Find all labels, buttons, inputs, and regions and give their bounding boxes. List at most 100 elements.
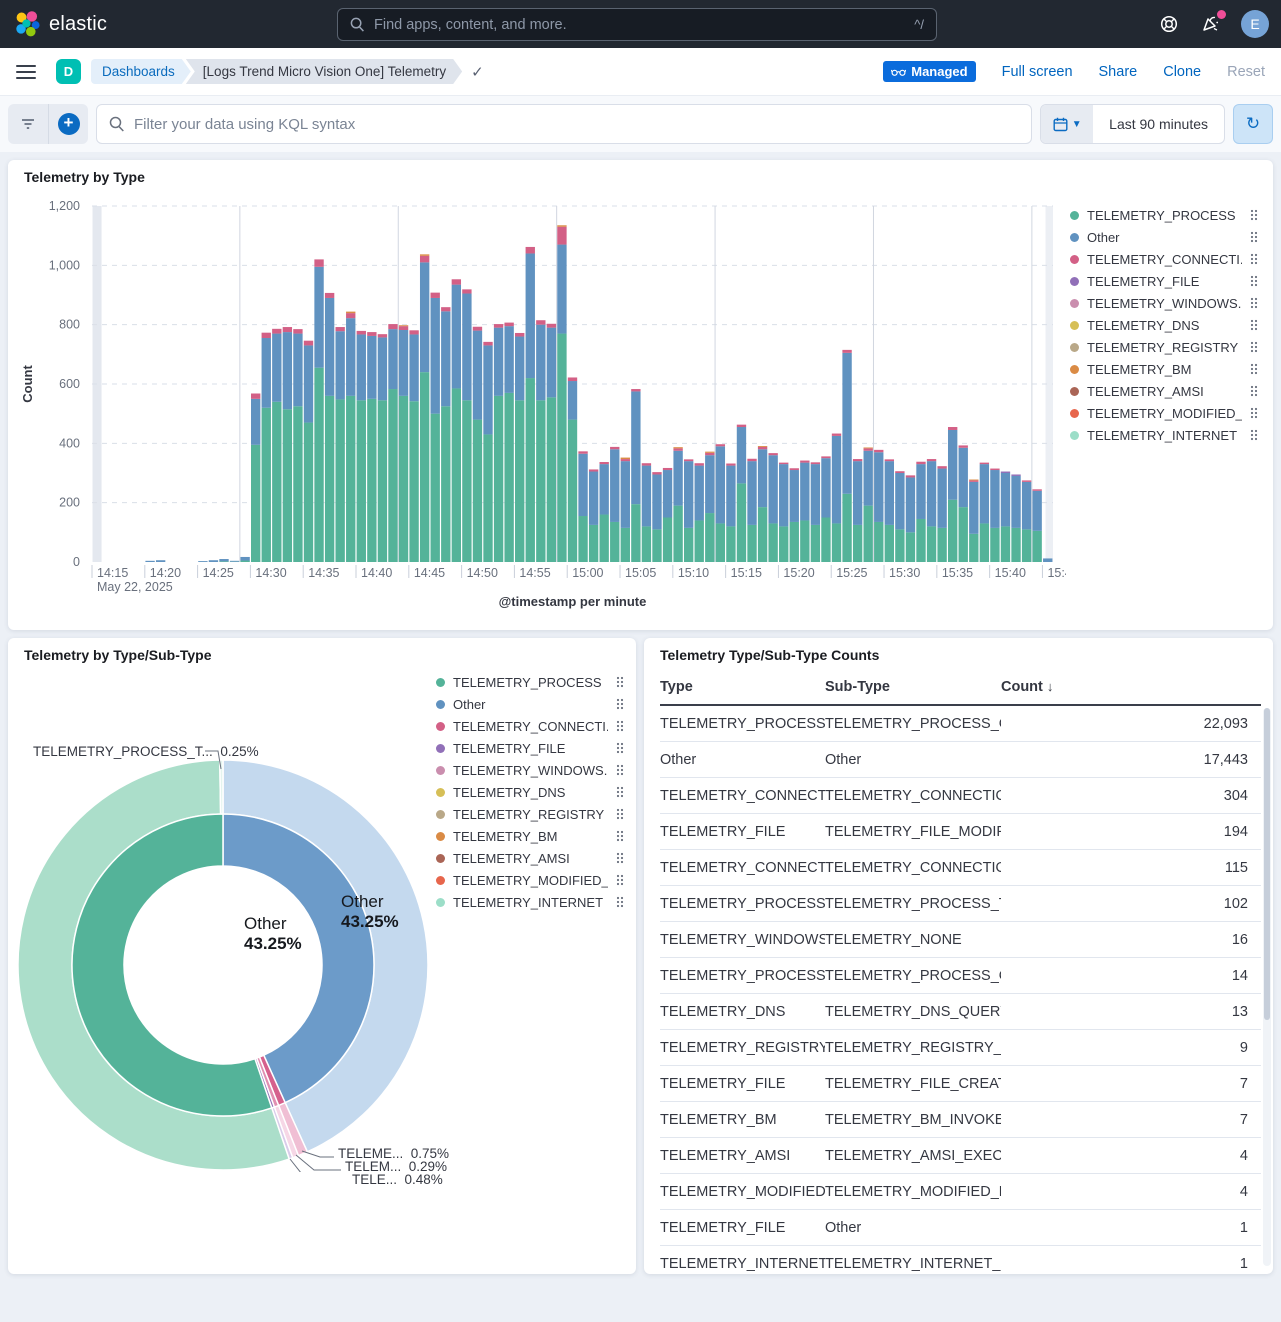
bar-segment[interactable] [219,561,228,562]
bar-segment[interactable] [335,399,344,562]
bar-segment[interactable] [145,561,154,562]
bar-segment[interactable] [705,513,714,562]
bar-segment[interactable] [695,466,704,521]
bar-segment[interactable] [864,448,873,450]
bar-segment[interactable] [821,518,830,563]
bar-segment[interactable] [652,529,661,562]
bar-segment[interactable] [726,464,735,466]
bar-segment[interactable] [631,504,640,562]
bar-segment[interactable] [483,345,492,434]
bar-segment[interactable] [811,525,820,562]
bar-segment[interactable] [1032,489,1041,490]
bar-segment[interactable] [378,337,387,400]
bar-segment[interactable] [758,446,767,447]
legend-actions-icon[interactable] [1250,209,1258,221]
bar-segment[interactable] [335,331,344,399]
bar-segment[interactable] [990,528,999,562]
bar-segment[interactable] [916,462,925,464]
bar-segment[interactable] [853,459,862,461]
bar-segment[interactable] [600,462,609,464]
column-header-type[interactable]: Type [660,679,825,695]
bar-segment[interactable] [621,461,630,528]
bar-segment[interactable] [768,453,777,455]
bar-segment[interactable] [504,323,513,327]
bar-segment[interactable] [980,464,989,523]
bar-segment[interactable] [346,313,355,318]
bar-segment[interactable] [557,227,566,245]
bar-segment[interactable] [800,461,809,463]
bar-segment[interactable] [600,464,609,514]
bar-segment[interactable] [409,330,418,334]
legend-actions-icon[interactable] [616,676,624,688]
bar-segment[interactable] [557,334,566,562]
bar-segment[interactable] [642,526,651,562]
legend-item[interactable]: TELEMETRY_REGISTRY [1070,336,1258,358]
bar-segment[interactable] [547,328,556,398]
add-filter-button[interactable]: + [48,104,88,144]
legend-item[interactable]: TELEMETRY_REGISTRY [436,803,624,825]
bar-segment[interactable] [568,420,577,562]
bar-segment[interactable] [589,525,598,562]
bar-segment[interactable] [821,456,830,458]
legend-item[interactable]: TELEMETRY_WINDOWS... [1070,292,1258,314]
bar-segment[interactable] [272,329,281,334]
bar-segment[interactable] [494,328,503,396]
bar-segment[interactable] [969,480,978,481]
legend-actions-icon[interactable] [616,852,624,864]
bar-segment[interactable] [209,560,218,562]
bar-segment[interactable] [610,447,619,449]
legend-item[interactable]: TELEMETRY_INTERNET [1070,424,1258,446]
bar-segment[interactable] [1022,480,1031,481]
bar-segment[interactable] [726,526,735,562]
legend-item[interactable]: TELEMETRY_CONNECTI... [436,715,624,737]
bar-segment[interactable] [557,225,566,226]
managed-badge[interactable]: Managed [883,61,975,82]
bar-segment[interactable] [937,469,946,528]
bar-segment[interactable] [705,452,714,453]
time-range-label[interactable]: Last 90 minutes [1093,105,1224,143]
legend-item[interactable]: TELEMETRY_MODIFIED_... [1070,402,1258,424]
bar-segment[interactable] [695,520,704,562]
filter-menu-button[interactable] [8,104,48,144]
bar-segment[interactable] [747,459,756,461]
bar-segment[interactable] [304,345,313,422]
bar-segment[interactable] [293,329,302,333]
legend-item[interactable]: TELEMETRY_FILE [436,737,624,759]
bar-segment[interactable] [737,427,746,483]
bar-segment[interactable] [367,336,376,399]
legend-item[interactable]: TELEMETRY_WINDOWS... [436,759,624,781]
bar-segment[interactable] [378,400,387,562]
legend-actions-icon[interactable] [616,786,624,798]
time-picker-calendar-button[interactable]: ▼ [1041,105,1093,143]
bar-segment[interactable] [536,400,545,562]
bar-segment[interactable] [293,334,302,407]
bar-segment[interactable] [1001,473,1010,526]
bar-segment[interactable] [494,324,503,328]
bar-segment[interactable] [420,256,429,263]
legend-actions-icon[interactable] [1250,363,1258,375]
bar-segment[interactable] [1022,482,1031,529]
bar-segment[interactable] [272,334,281,402]
table-scrollbar[interactable] [1263,708,1271,1266]
legend-actions-icon[interactable] [616,808,624,820]
bar-segment[interactable] [874,452,883,522]
legend-item[interactable]: TELEMETRY_DNS [1070,314,1258,336]
bar-segment[interactable] [695,463,704,465]
kql-query-bar[interactable] [96,104,1032,144]
bar-segment[interactable] [705,453,714,455]
bar-segment[interactable] [388,324,397,329]
bar-segment[interactable] [578,516,587,562]
bar-segment[interactable] [283,332,292,409]
bar-segment[interactable] [504,326,513,393]
check-icon[interactable]: ✓ [471,63,484,81]
bar-segment[interactable] [832,523,841,562]
bar-segment[interactable] [969,534,978,562]
bar-segment[interactable] [673,451,682,506]
bar-segment[interactable] [726,466,735,527]
legend-actions-icon[interactable] [1250,429,1258,441]
legend-item[interactable]: TELEMETRY_PROCESS [436,671,624,693]
legend-item[interactable]: TELEMETRY_FILE [1070,270,1258,292]
bar-segment[interactable] [1011,474,1020,475]
bar-segment[interactable] [388,389,397,562]
bar-segment[interactable] [600,515,609,562]
